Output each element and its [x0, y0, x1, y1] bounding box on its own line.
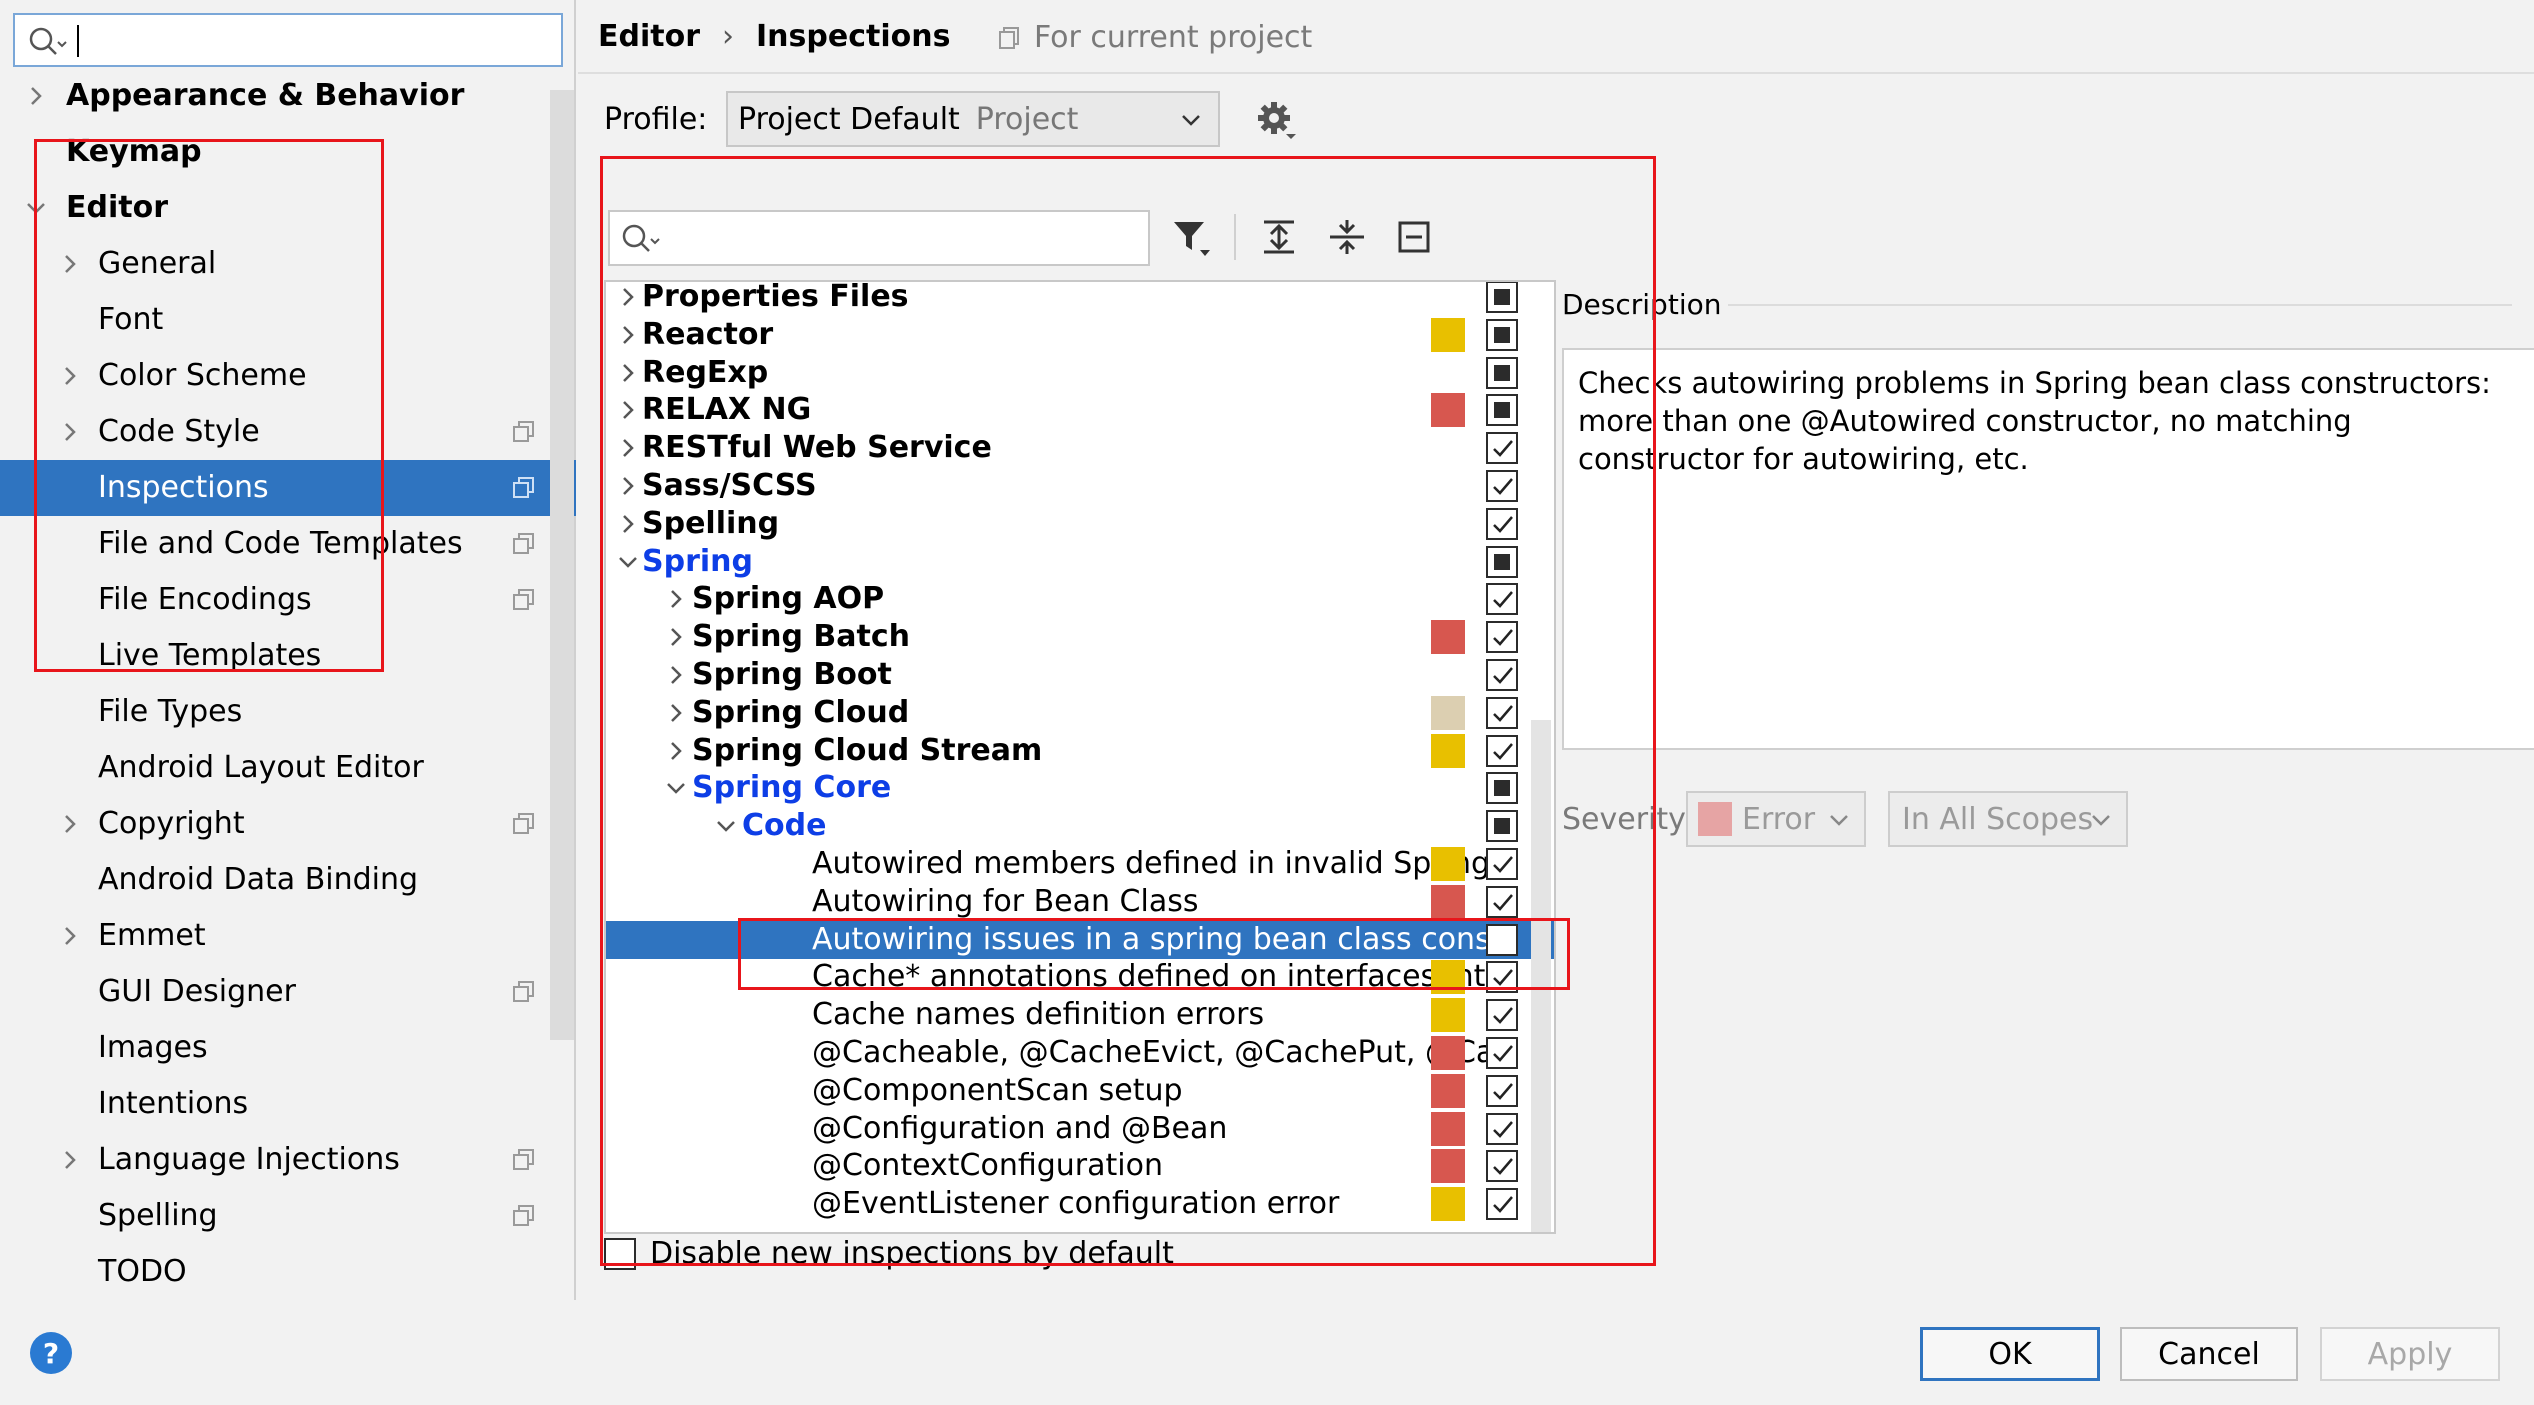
sidebar-item-label: Copyright [98, 806, 245, 841]
sidebar-item-label: TODO [98, 1254, 187, 1289]
sidebar-item-label: Emmet [98, 918, 206, 953]
for-current-project-label: For current project [998, 20, 1312, 55]
sidebar-item-label: Spelling [98, 1198, 218, 1233]
annotation-box-sidebar [34, 139, 384, 672]
severity-dropdown[interactable]: Error [1686, 791, 1866, 847]
scope-dropdown[interactable]: In All Scopes [1888, 791, 2128, 847]
project-scope-icon [513, 589, 534, 610]
chevron-right-icon[interactable] [24, 84, 48, 108]
sidebar-item-label: GUI Designer [98, 974, 296, 1009]
annotation-box-inspections [600, 156, 1656, 1266]
scope-value: In All Scopes [1902, 801, 2094, 837]
search-icon [29, 27, 67, 55]
project-scope-icon [513, 813, 534, 834]
sidebar-item-label: Language Injections [98, 1142, 400, 1177]
chevron-right-icon[interactable] [58, 1148, 82, 1172]
sidebar-item-spelling[interactable]: Spelling [0, 1188, 576, 1244]
project-scope-icon [999, 26, 1019, 49]
sidebar-scrollbar[interactable] [550, 90, 574, 1040]
sidebar-item-images[interactable]: Images [0, 1020, 576, 1076]
project-scope-icon [513, 421, 534, 442]
ok-button[interactable]: OK [1920, 1327, 2100, 1381]
sidebar-item-label: Appearance & Behavior [66, 78, 465, 113]
project-scope-icon [513, 477, 534, 498]
breadcrumb-editor[interactable]: Editor [598, 19, 700, 54]
text-caret [77, 25, 79, 57]
breadcrumb-separator: › [722, 18, 734, 54]
breadcrumb: Editor › Inspections [598, 16, 950, 56]
gear-icon[interactable] [1256, 100, 1298, 142]
profile-scope: Project [975, 101, 1079, 137]
annotation-box-selected-row [738, 918, 1570, 990]
cancel-button[interactable]: Cancel [2120, 1327, 2298, 1381]
sidebar-item-label: Images [98, 1030, 208, 1065]
help-button[interactable]: ? [30, 1332, 72, 1374]
sidebar-item-file-types[interactable]: File Types [0, 684, 576, 740]
severity-swatch [1698, 802, 1732, 836]
sidebar-item-language-injections[interactable]: Language Injections [0, 1132, 576, 1188]
sidebar-item-label: File Types [98, 694, 243, 729]
profile-value: Project Default [738, 101, 960, 137]
sidebar-item-android-layout-editor[interactable]: Android Layout Editor [0, 740, 576, 796]
header-divider [578, 72, 2534, 74]
profile-dropdown[interactable]: Project Default Project [726, 91, 1220, 147]
profile-label: Profile: [604, 102, 708, 137]
chevron-right-icon[interactable] [58, 924, 82, 948]
project-scope-icon [513, 1205, 534, 1226]
sidebar-item-emmet[interactable]: Emmet [0, 908, 576, 964]
project-scope-icon [513, 533, 534, 554]
sidebar-item-intentions[interactable]: Intentions [0, 1076, 576, 1132]
chevron-down-icon [2092, 815, 2110, 826]
breadcrumb-inspections: Inspections [756, 18, 951, 54]
chevron-right-icon[interactable] [58, 812, 82, 836]
project-scope-icon [513, 1149, 534, 1170]
sidebar-item-gui-designer[interactable]: GUI Designer [0, 964, 576, 1020]
apply-button[interactable]: Apply [2320, 1327, 2500, 1381]
project-scope-icon [513, 981, 534, 1002]
sidebar-item-label: Android Layout Editor [98, 750, 424, 785]
sidebar-item-todo[interactable]: TODO [0, 1244, 576, 1300]
sidebar-item-label: Intentions [98, 1086, 249, 1121]
sidebar-item-copyright[interactable]: Copyright [0, 796, 576, 852]
description-divider [1728, 304, 2512, 306]
severity-value: Error [1742, 801, 1816, 837]
settings-search-input[interactable] [13, 13, 563, 67]
sidebar-item-appearance-behavior[interactable]: Appearance & Behavior [0, 68, 576, 124]
chevron-down-icon [1830, 815, 1848, 826]
sidebar-item-android-data-binding[interactable]: Android Data Binding [0, 852, 576, 908]
chevron-down-icon [1182, 115, 1200, 126]
description-text: Checks autowiring problems in Spring bea… [1562, 348, 2534, 750]
sidebar-item-label: Android Data Binding [98, 862, 419, 897]
